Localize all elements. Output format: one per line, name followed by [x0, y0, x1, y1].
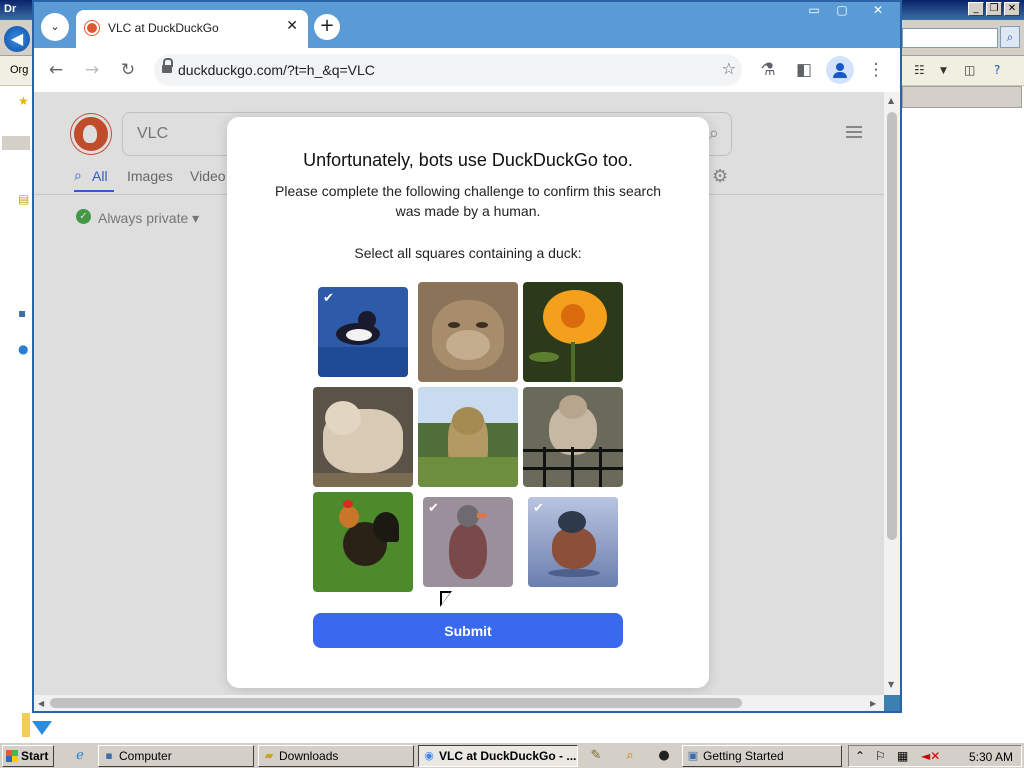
- tile-selected-check-icon: ✔: [323, 291, 334, 306]
- lock-icon[interactable]: [162, 58, 173, 75]
- menu-kebab-icon[interactable]: ⋮: [864, 58, 888, 82]
- media-player-icon[interactable]: ●: [656, 748, 672, 764]
- tab-title: VLC at DuckDuckGo: [108, 21, 219, 35]
- tray-expand-icon[interactable]: ⌃: [855, 749, 865, 763]
- background-search-icon[interactable]: ⌕: [1000, 26, 1020, 48]
- forward-arrow-icon[interactable]: →: [80, 58, 104, 82]
- start-label: Start: [21, 749, 49, 763]
- tile-cat[interactable]: [418, 282, 518, 382]
- volume-muted-icon[interactable]: ◄✕: [921, 749, 940, 763]
- internet-explorer-icon[interactable]: ℯ: [72, 748, 88, 764]
- taskbar: Start ℯ ▪ Computer ▰ Downloads ◉ VLC at …: [0, 742, 1024, 768]
- challenge-description: Please complete the following challenge …: [275, 183, 661, 219]
- preview-pane-icon[interactable]: ◫: [964, 63, 975, 77]
- challenge-prompt: Select all squares containing a duck:: [354, 245, 582, 261]
- window-icon: ▣: [687, 749, 699, 762]
- horizontal-scrollbar[interactable]: ◀ ▶: [34, 695, 884, 711]
- minimize-button[interactable]: ▭: [800, 2, 828, 20]
- notepad-icon[interactable]: ✎: [588, 748, 604, 764]
- search-magnifier-icon[interactable]: ⌕: [622, 748, 638, 764]
- system-tray: ⌃ ⚐ ▦ ◄✕ 5:30 AM: [848, 745, 1022, 767]
- reload-icon[interactable]: ↻: [116, 58, 140, 82]
- scroll-right-arrow-icon[interactable]: ▶: [870, 699, 876, 708]
- close-window-button[interactable]: ✕: [856, 2, 900, 20]
- computer-icon[interactable]: ▪: [18, 306, 26, 320]
- labs-flask-icon[interactable]: ⚗: [756, 58, 780, 82]
- bookmark-star-icon[interactable]: ☆: [722, 59, 736, 78]
- background-back-icon[interactable]: ◀: [4, 26, 30, 52]
- background-search-field[interactable]: [902, 28, 998, 48]
- libraries-icon[interactable]: ▤: [18, 192, 29, 206]
- tile-selected-check-icon: ✔: [428, 501, 439, 516]
- challenge-title: Unfortunately, bots use DuckDuckGo too.: [303, 150, 633, 170]
- background-minimize-button[interactable]: _: [968, 2, 984, 16]
- page-viewport: VLC ⌕ All ⌕ Images Video ⚙ ✓ Always priv…: [34, 92, 884, 695]
- taskbar-button-chrome[interactable]: ◉ VLC at DuckDuckGo - ...: [418, 745, 578, 767]
- back-arrow-icon[interactable]: ←: [44, 58, 68, 82]
- tile-rooster[interactable]: [313, 492, 413, 592]
- maximize-button[interactable]: ▢: [828, 2, 856, 20]
- tile-lily[interactable]: [523, 282, 623, 382]
- tab-search-button[interactable]: ⌄: [41, 13, 69, 41]
- duckduckgo-favicon-icon: [85, 21, 99, 35]
- downloads-folder-icon[interactable]: [22, 713, 52, 743]
- tile-duck-3[interactable]: ✔: [528, 497, 618, 587]
- tile-selected-check-icon: ✔: [533, 501, 544, 516]
- url-text: duckduckgo.com/?t=h_&q=VLC: [178, 62, 375, 78]
- background-restore-button[interactable]: ❐: [986, 2, 1002, 16]
- tab-strip: ⌄ VLC at DuckDuckGo ✕ + ▭ ▢ ✕: [34, 2, 900, 48]
- help-icon[interactable]: ?: [994, 63, 1000, 77]
- folder-icon: ▰: [264, 749, 274, 762]
- taskbar-button-downloads[interactable]: ▰ Downloads: [258, 745, 414, 767]
- background-nav-selection: [2, 136, 30, 150]
- new-tab-button[interactable]: +: [314, 14, 340, 40]
- horizontal-scroll-thumb[interactable]: [50, 698, 742, 708]
- background-close-button[interactable]: ✕: [1004, 2, 1020, 16]
- background-window-controls: _ ❐ ✕: [968, 2, 1020, 16]
- vertical-scrollbar[interactable]: ▲ ▼: [884, 92, 900, 695]
- background-organize-menu[interactable]: Org: [10, 64, 28, 76]
- tab-close-icon[interactable]: ✕: [286, 18, 298, 34]
- taskbar-label: Downloads: [279, 749, 339, 763]
- scroll-down-arrow-icon[interactable]: ▼: [888, 680, 894, 689]
- tile-cheetah[interactable]: [418, 387, 518, 487]
- chrome-window: ⌄ VLC at DuckDuckGo ✕ + ▭ ▢ ✕ ← → ↻ duck…: [32, 0, 902, 713]
- browser-toolbar: ← → ↻ duckduckgo.com/?t=h_&q=VLC ☆ ⚗ ◧ ⋮: [34, 48, 900, 92]
- view-options-icon[interactable]: ☷: [914, 63, 925, 77]
- network-tray-icon[interactable]: ▦: [897, 749, 908, 763]
- taskbar-label: VLC at DuckDuckGo - ...: [439, 749, 577, 763]
- chrome-icon: ◉: [424, 749, 434, 762]
- favorites-star-icon[interactable]: ★: [18, 94, 29, 108]
- window-controls: ▭ ▢ ✕: [800, 2, 900, 20]
- tab-ddg[interactable]: VLC at DuckDuckGo ✕: [76, 10, 308, 48]
- tile-squirrel[interactable]: [523, 387, 623, 487]
- action-center-flag-icon[interactable]: ⚐: [875, 749, 886, 763]
- taskbar-button-computer[interactable]: ▪ Computer: [98, 745, 254, 767]
- background-navigation-pane: ★ ▤ ▪ ●: [0, 86, 32, 736]
- tile-duck-1[interactable]: ✔: [318, 287, 408, 377]
- view-dropdown-icon[interactable]: ▼: [940, 66, 947, 76]
- address-bar[interactable]: duckduckgo.com/?t=h_&q=VLC ☆: [154, 54, 742, 86]
- computer-icon: ▪: [105, 749, 113, 762]
- scroll-up-arrow-icon[interactable]: ▲: [888, 96, 894, 105]
- windows-flag-icon: [6, 750, 18, 762]
- taskbar-button-getting-started[interactable]: ▣ Getting Started: [682, 745, 842, 767]
- network-icon[interactable]: ●: [18, 342, 28, 356]
- start-button[interactable]: Start: [2, 745, 54, 767]
- background-window-title: Dr: [4, 3, 17, 15]
- taskbar-label: Getting Started: [703, 749, 784, 763]
- background-details-bar: [902, 86, 1022, 108]
- side-panel-icon[interactable]: ◧: [792, 58, 816, 82]
- tile-bear[interactable]: [313, 387, 413, 487]
- tile-duck-2[interactable]: ✔: [423, 497, 513, 587]
- vertical-scroll-thumb[interactable]: [887, 112, 897, 540]
- bot-challenge-modal: Unfortunately, bots use DuckDuckGo too. …: [227, 117, 709, 688]
- taskbar-clock[interactable]: 5:30 AM: [969, 750, 1013, 764]
- submit-button[interactable]: Submit: [313, 613, 623, 648]
- desktop-area: [0, 713, 1024, 742]
- profile-avatar-icon[interactable]: [826, 56, 854, 84]
- scroll-left-arrow-icon[interactable]: ◀: [38, 699, 44, 708]
- taskbar-label: Computer: [119, 749, 172, 763]
